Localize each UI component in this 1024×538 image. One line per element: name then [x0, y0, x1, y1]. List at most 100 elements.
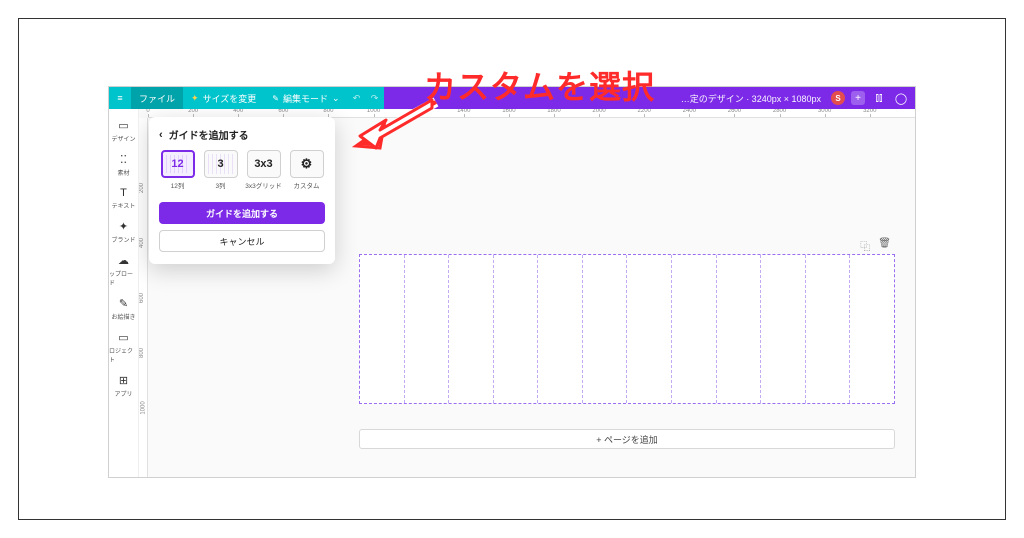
grid-option-box: 3 [204, 150, 238, 178]
ruler-tick: 800 [139, 348, 145, 358]
avatar-letter: S [835, 94, 840, 103]
grid-option-3[interactable]: ⚙ カスタム [288, 150, 325, 190]
cancel-button[interactable]: キャンセル [159, 230, 325, 252]
sidenav-icon: T [120, 187, 127, 199]
sidenav-item-2[interactable]: T テキスト [112, 185, 136, 212]
ruler-tick: 3200 [870, 109, 915, 117]
body-area: ▭ デザイン ⁚⁚ 素材 T テキスト ✦ ブランド ☁ ップロード ✎ お絵描き ▭ ロジェクト ⊞ アプリ… [109, 109, 915, 477]
analytics-icon[interactable]: ⫾⫾ [871, 92, 887, 105]
ruler-tick: 200 [139, 183, 145, 193]
guide-column [717, 255, 762, 403]
artboard[interactable] [359, 254, 895, 404]
ruler-tick: 600 [283, 109, 328, 117]
duplicate-page-icon[interactable]: ⿻ [860, 238, 870, 253]
grid-option-1[interactable]: 33列 [202, 150, 239, 190]
guide-column [405, 255, 450, 403]
guide-column [360, 255, 405, 403]
sidenav-icon: ⁚⁚ [120, 153, 127, 166]
canvas-zone: 0200400600800100012001400160018002000220… [139, 109, 915, 477]
delete-page-icon[interactable]: 🗑 [878, 238, 891, 253]
sidenav-item-3[interactable]: ✦ ブランド [111, 218, 135, 246]
guide-column [761, 255, 806, 403]
guide-column [850, 255, 894, 403]
pencil-icon: ✎ [272, 94, 279, 103]
grid-option-box: ⚙ [290, 150, 324, 178]
resize-label: サイズを変更 [203, 92, 257, 105]
sidenav-item-0[interactable]: ▭ デザイン [111, 117, 135, 145]
grid-option-box: 12 [161, 150, 195, 178]
sidenav-icon: ▭ [118, 331, 128, 344]
avatar[interactable]: S [831, 91, 845, 105]
artboard-wrap: ⿻ 🗑 [359, 254, 895, 404]
sidenav-item-4[interactable]: ☁ ップロード [109, 252, 138, 289]
crown-icon: ✦ [191, 93, 199, 104]
resize-button[interactable]: ✦ サイズを変更 [183, 87, 264, 109]
ruler-tick: 1000 [141, 401, 147, 414]
topbar: ≡ ファイル ✦ サイズを変更 ✎ 編集モード ⌄ ↶ ↷ …定のデザイン · … [109, 87, 915, 109]
sidenav-icon: ▭ [118, 119, 128, 132]
ruler-tick: 400 [238, 109, 283, 117]
sidenav-label: ップロード [109, 269, 138, 287]
sidenav-label: お絵描き [111, 312, 135, 321]
sidenav-item-1[interactable]: ⁚⁚ 素材 [117, 151, 129, 179]
file-label: ファイル [139, 92, 175, 105]
guide-column [538, 255, 583, 403]
ruler-tick: 400 [139, 238, 145, 248]
sidenav-icon: ☁ [118, 254, 129, 267]
guide-column [494, 255, 539, 403]
sidenav-label: ブランド [111, 235, 135, 244]
guide-column [672, 255, 717, 403]
topbar-left: ≡ ファイル ✦ サイズを変更 ✎ 編集モード ⌄ ↶ ↷ [109, 87, 384, 109]
sidenav-label: ロジェクト [109, 346, 138, 364]
sidenav-label: アプリ [114, 389, 132, 398]
share-plus-button[interactable]: + [851, 91, 865, 105]
grid-option-2[interactable]: 3x3 3x3グリッド [245, 150, 282, 190]
guide-column [583, 255, 628, 403]
back-button[interactable]: ‹ [159, 129, 163, 141]
app-window: ≡ ファイル ✦ サイズを変更 ✎ 編集モード ⌄ ↶ ↷ …定のデザイン · … [108, 86, 916, 478]
grid-options: 1212列33列3x33x3グリッド⚙カスタム [159, 150, 325, 190]
guide-column [806, 255, 851, 403]
add-page-label: + ページを追加 [596, 433, 658, 446]
undo-button[interactable]: ↶ [348, 87, 366, 109]
secondary-label: キャンセル [219, 237, 264, 247]
file-button[interactable]: ファイル [131, 87, 183, 109]
menu-button[interactable]: ≡ [109, 87, 131, 109]
vertical-ruler: 200 400 600 800 1000 [139, 118, 148, 477]
popover-header: ‹ ガイドを追加する [159, 127, 325, 142]
add-guides-button[interactable]: ガイドを追加する [159, 202, 325, 224]
sidenav-label: テキスト [112, 201, 136, 210]
sidenav-icon: ⊞ [119, 374, 128, 387]
sidenav-item-5[interactable]: ✎ お絵描き [111, 295, 135, 323]
comment-icon[interactable]: ◯ [893, 92, 909, 105]
ruler-tick: 600 [139, 293, 145, 303]
sidenav-item-6[interactable]: ▭ ロジェクト [109, 329, 138, 366]
grid-option-0[interactable]: 1212列 [159, 150, 196, 190]
topbar-right: …定のデザイン · 3240px × 1080px S + ⫾⫾ ◯ [384, 87, 915, 109]
edit-mode-label: 編集モード [283, 92, 328, 105]
grid-option-box: 3x3 [247, 150, 281, 178]
chevron-down-icon: ⌄ [332, 93, 340, 104]
sidenav: ▭ デザイン ⁚⁚ 素材 T テキスト ✦ ブランド ☁ ップロード ✎ お絵描き ▭ ロジェクト ⊞ アプリ [109, 109, 139, 477]
sidenav-label: 素材 [117, 168, 129, 177]
popover-title: ガイドを追加する [169, 127, 249, 142]
ruler-tick: 0 [148, 109, 193, 117]
sidenav-label: デザイン [111, 134, 135, 143]
sidenav-icon: ✎ [119, 297, 128, 310]
grid-option-label: 3列 [215, 180, 225, 190]
add-page-button[interactable]: + ページを追加 [359, 429, 895, 449]
edit-mode-button[interactable]: ✎ 編集モード ⌄ [264, 87, 347, 109]
primary-label: ガイドを追加する [206, 209, 278, 219]
sidenav-icon: ✦ [119, 220, 128, 233]
grid-option-label: カスタム [294, 180, 320, 190]
design-title: …定のデザイン · 3240px × 1080px [681, 92, 825, 105]
guide-column [627, 255, 672, 403]
guide-column [449, 255, 494, 403]
grid-option-label: 12列 [171, 180, 185, 190]
redo-button[interactable]: ↷ [366, 87, 384, 109]
grid-option-label: 3x3グリッド [245, 180, 281, 190]
ruler-tick: 200 [193, 109, 238, 117]
sidenav-item-7[interactable]: ⊞ アプリ [114, 372, 132, 400]
artboard-toolbar: ⿻ 🗑 [860, 238, 891, 253]
add-guides-popover: ‹ ガイドを追加する 1212列33列3x33x3グリッド⚙カスタム ガイドを追… [149, 117, 335, 264]
